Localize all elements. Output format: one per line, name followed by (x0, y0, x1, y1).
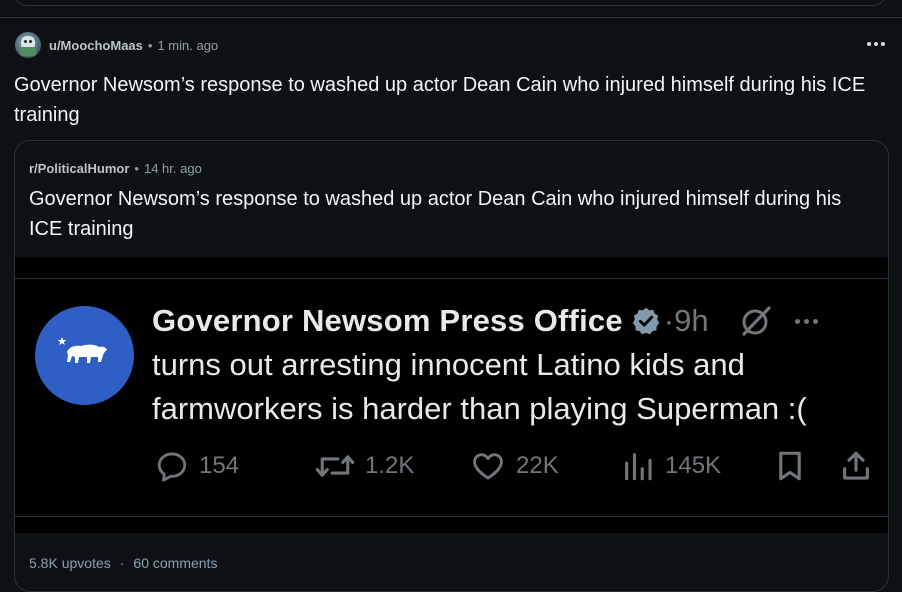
verified-badge-icon (632, 307, 659, 335)
previous-card-edge (14, 0, 886, 6)
tweet-time: ·9h (663, 303, 709, 338)
reply-count: 154 (199, 452, 240, 479)
tweet-more-button[interactable] (794, 318, 818, 324)
repost-icon (315, 455, 355, 477)
crosspost-title[interactable]: Governor Newsom’s response to washed up … (29, 184, 874, 244)
subreddit-link[interactable]: r/PoliticalHumor (29, 161, 129, 176)
divider (0, 17, 902, 18)
reply-icon (157, 452, 187, 482)
crosspost-footer: 5.8K upvotes · 60 comments (29, 555, 217, 571)
post-title[interactable]: Governor Newsom’s response to washed up … (14, 70, 874, 130)
more-horizontal-icon (867, 42, 871, 46)
grok-icon[interactable] (739, 304, 773, 338)
post-time: 1 min. ago (157, 37, 219, 53)
post-header: u/MoochoMaas • 1 min. ago (15, 29, 218, 61)
views-icon (625, 453, 652, 481)
reply-button[interactable]: 154 (155, 446, 239, 486)
heart-icon (473, 453, 503, 480)
comment-count[interactable]: 60 comments (133, 555, 217, 571)
tweet-screenshot-image[interactable]: Governor Newsom Press Office ·9h turns o… (15, 257, 888, 533)
like-count: 22K (516, 452, 559, 479)
tweet-author[interactable]: Governor Newsom Press Office (152, 303, 623, 339)
meta-separator: • (147, 37, 153, 53)
more-horizontal-icon (794, 318, 800, 324)
share-button[interactable] (839, 446, 873, 486)
crosspost-card[interactable]: r/PoliticalHumor • 14 hr. ago Governor N… (14, 140, 889, 592)
crosspost-meta: r/PoliticalHumor • 14 hr. ago (29, 161, 202, 176)
more-options-button[interactable] (864, 34, 888, 54)
repost-count: 1.2K (365, 452, 415, 479)
user-avatar[interactable] (15, 32, 41, 58)
crosspost-time: 14 hr. ago (143, 161, 202, 176)
bookmark-button[interactable] (773, 446, 807, 486)
upvote-count[interactable]: 5.8K upvotes (29, 555, 111, 571)
username-link[interactable]: u/MoochoMaas (49, 38, 143, 53)
footer-separator: · (119, 555, 125, 571)
tweet-actions: 154 1.2K 22K 145K (155, 446, 869, 486)
share-icon (843, 451, 869, 480)
like-button[interactable]: 22K (470, 446, 559, 486)
tweet-avatar (35, 306, 134, 405)
divider (15, 516, 888, 517)
meta-separator: • (134, 161, 139, 176)
tweet-header: Governor Newsom Press Office ·9h (152, 300, 818, 342)
views-count: 145K (665, 452, 722, 479)
divider (15, 278, 888, 279)
repost-button[interactable]: 1.2K (315, 446, 414, 486)
bookmark-icon (779, 451, 801, 481)
views-button[interactable]: 145K (621, 446, 721, 486)
tweet-text: turns out arresting innocent Latino kids… (152, 347, 807, 426)
california-bear-icon (57, 337, 107, 363)
